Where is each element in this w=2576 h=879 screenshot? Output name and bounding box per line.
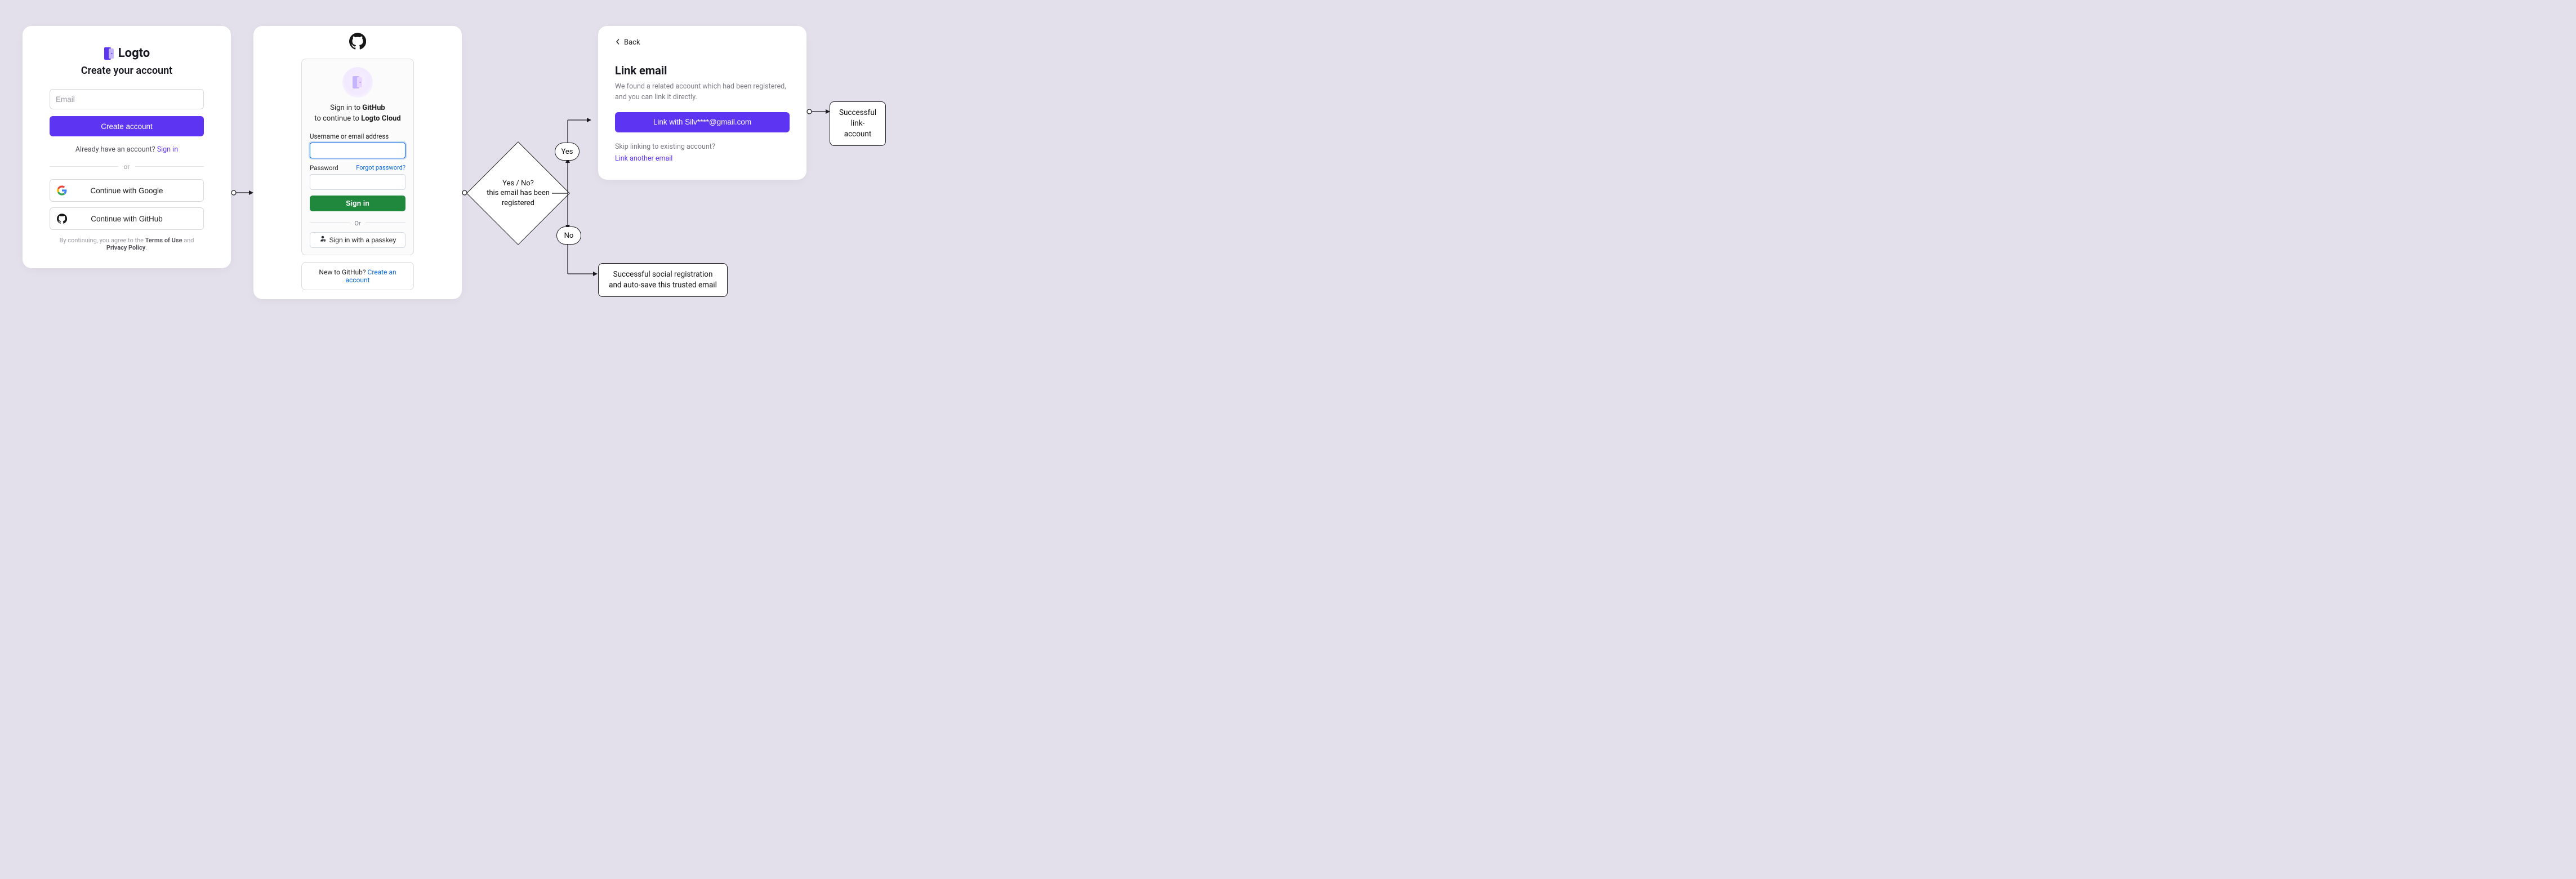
oauth-app-icon xyxy=(342,67,373,97)
create-account-button[interactable]: Create account xyxy=(50,116,204,136)
email-field[interactable] xyxy=(50,89,204,109)
or-divider: or xyxy=(50,161,204,171)
privacy-policy-link[interactable]: Privacy Policy xyxy=(106,244,145,251)
branch-no: No xyxy=(556,227,581,245)
branch-yes: Yes xyxy=(555,143,580,161)
github-signin-heading: Sign in to GitHub to continue to Logto C… xyxy=(310,103,405,125)
google-icon xyxy=(57,185,67,196)
terms-text: By continuing, you agree to the Terms of… xyxy=(50,237,204,251)
link-email-card: Back Link email We found a related accou… xyxy=(598,26,806,180)
github-password-label: Password xyxy=(310,164,338,172)
github-username-label: Username or email address xyxy=(310,132,405,140)
sign-in-with-passkey-button[interactable]: Sign in with a passkey xyxy=(310,232,405,248)
terms-of-use-link[interactable]: Terms of Use xyxy=(145,237,182,244)
sign-in-link[interactable]: Sign in xyxy=(157,145,178,154)
github-sign-in-button[interactable]: Sign in xyxy=(310,196,405,211)
github-new-account-box: New to GitHub? Create an account xyxy=(301,262,414,290)
github-signin-panel: Sign in to GitHub to continue to Logto C… xyxy=(301,59,414,255)
github-oauth-card: Sign in to GitHub to continue to Logto C… xyxy=(253,26,462,299)
github-logo-icon xyxy=(253,33,462,52)
continue-with-github-button[interactable]: Continue with GitHub xyxy=(50,207,204,230)
logto-create-account-card: Logto Create your account Create account… xyxy=(23,26,231,268)
outcome-social-registration: Successful social registration and auto-… xyxy=(598,263,728,297)
have-account-prompt: Already have an account? Sign in xyxy=(50,145,204,154)
github-or-divider: Or xyxy=(310,217,405,228)
link-another-email-link[interactable]: Link another email xyxy=(615,154,672,163)
decision-email-registered: Yes / No? this email has been registered xyxy=(482,157,555,230)
github-icon xyxy=(57,214,67,224)
logto-wordmark: Logto xyxy=(118,46,150,60)
passkey-icon xyxy=(319,236,326,244)
outcome-link-account: Successful link-account xyxy=(830,101,886,146)
logto-logo: Logto xyxy=(50,46,204,60)
chevron-left-icon xyxy=(615,38,621,47)
forgot-password-link[interactable]: Forgot password? xyxy=(356,164,405,171)
create-account-heading: Create your account xyxy=(50,65,204,77)
github-password-input[interactable] xyxy=(310,174,405,190)
back-button[interactable]: Back xyxy=(615,38,790,47)
logto-door-icon xyxy=(104,47,115,60)
github-username-input[interactable] xyxy=(310,143,405,158)
link-email-description: We found a related account which had bee… xyxy=(615,82,790,103)
skip-linking-question: Skip linking to existing account? xyxy=(615,143,790,151)
link-with-email-button[interactable]: Link with Silv****@gmail.com xyxy=(615,112,790,132)
continue-with-google-button[interactable]: Continue with Google xyxy=(50,179,204,202)
link-email-heading: Link email xyxy=(615,64,790,77)
